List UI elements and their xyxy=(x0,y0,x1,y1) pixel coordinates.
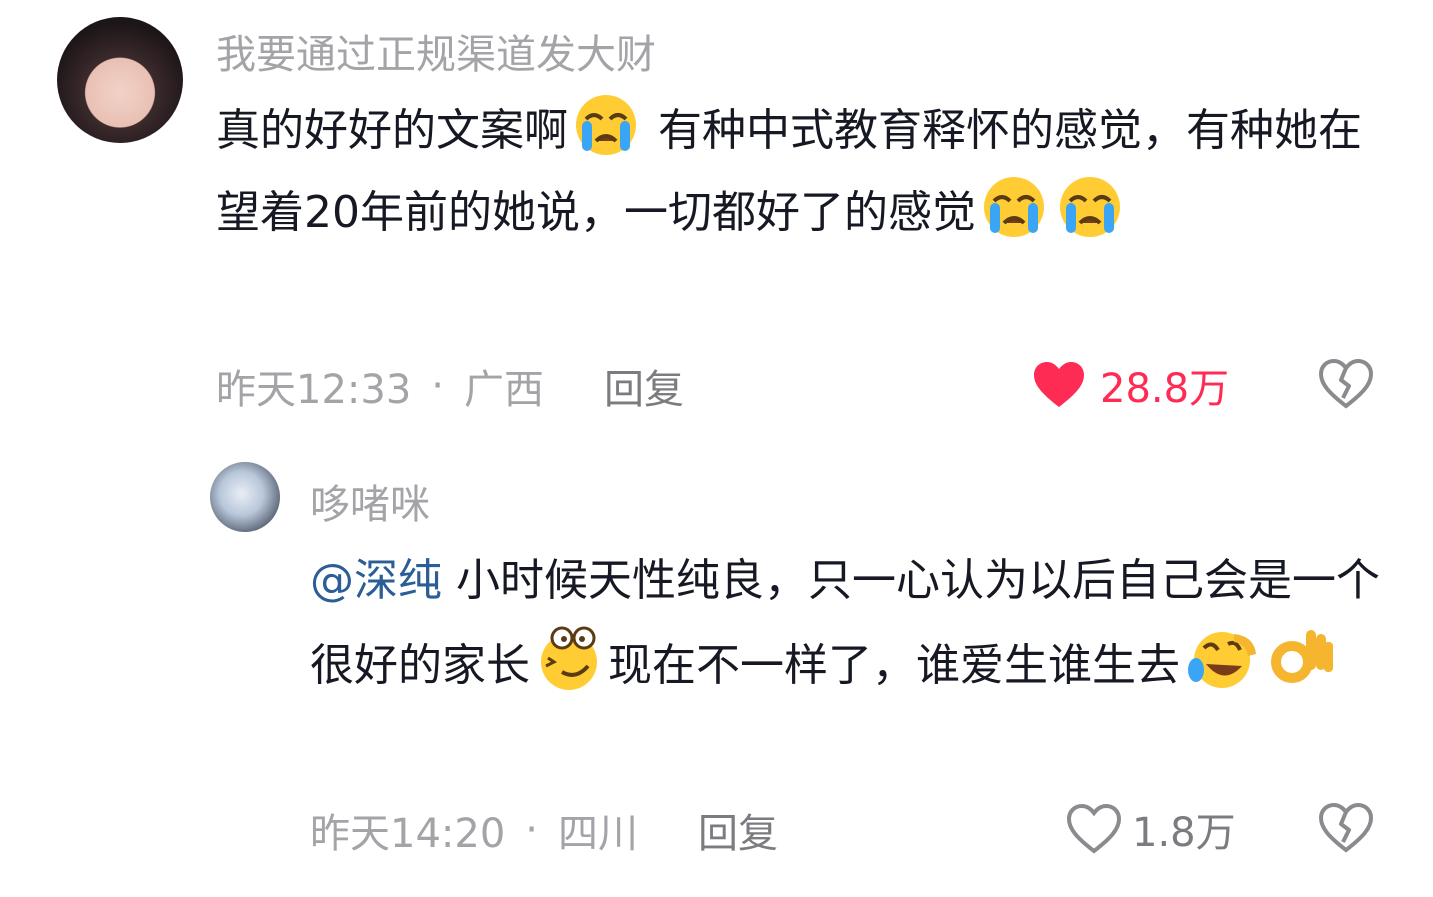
like-button[interactable]: 1.8万 xyxy=(1066,802,1236,856)
like-button[interactable]: 28.8万 xyxy=(1032,358,1229,412)
loudly-crying-face-emoji xyxy=(984,177,1044,237)
avatar[interactable] xyxy=(57,17,183,143)
comment-location: 广西 xyxy=(464,367,544,413)
mention-link[interactable]: @深纯 xyxy=(310,555,442,606)
comment-text-part: 真的好好的文案啊 xyxy=(216,105,568,156)
comment-text: 真的好好的文案啊 有种中式教育释怀的感觉，有种她在望着20年前的她说，一切都好了… xyxy=(216,90,1396,254)
comment-time: 昨天12:33 xyxy=(216,367,412,413)
loudly-crying-face-emoji xyxy=(576,95,636,155)
reply-button[interactable]: 回复 xyxy=(604,357,684,415)
ok-hand-emoji xyxy=(1271,630,1333,683)
comment-location: 四川 xyxy=(558,811,638,857)
meta-separator: · xyxy=(431,363,444,409)
like-count: 1.8万 xyxy=(1132,810,1236,856)
loudly-crying-face-emoji xyxy=(1060,177,1120,237)
comment-text: @深纯 小时候天性纯良，只一心认为以后自己会是一个很好的家长 现在不一样了，谁爱生… xyxy=(310,540,1390,707)
meta-separator: · xyxy=(525,807,538,853)
comment-username[interactable]: 哆啫咪 xyxy=(310,472,430,530)
rolling-on-floor-laughing-emoji xyxy=(1188,632,1256,688)
broken-heart-icon xyxy=(1318,802,1374,853)
comment-meta: 昨天12:33 · 广西 回复 xyxy=(216,357,684,415)
dislike-button[interactable] xyxy=(1318,358,1374,414)
heart-outline-icon xyxy=(1066,803,1122,854)
reply-button[interactable]: 回复 xyxy=(698,801,778,859)
broken-heart-icon xyxy=(1318,358,1374,409)
woozy-face-emoji xyxy=(541,626,597,690)
comment-username[interactable]: 我要通过正规渠道发大财 xyxy=(216,22,656,80)
dislike-button[interactable] xyxy=(1318,802,1374,858)
heart-filled-icon xyxy=(1034,362,1084,407)
comment-text-part: 现在不一样了，谁爱生谁生去 xyxy=(608,640,1180,691)
comment-meta: 昨天14:20 · 四川 回复 xyxy=(310,801,778,859)
like-count: 28.8万 xyxy=(1100,366,1230,412)
comment-time: 昨天14:20 xyxy=(310,811,506,857)
avatar[interactable] xyxy=(210,462,280,532)
